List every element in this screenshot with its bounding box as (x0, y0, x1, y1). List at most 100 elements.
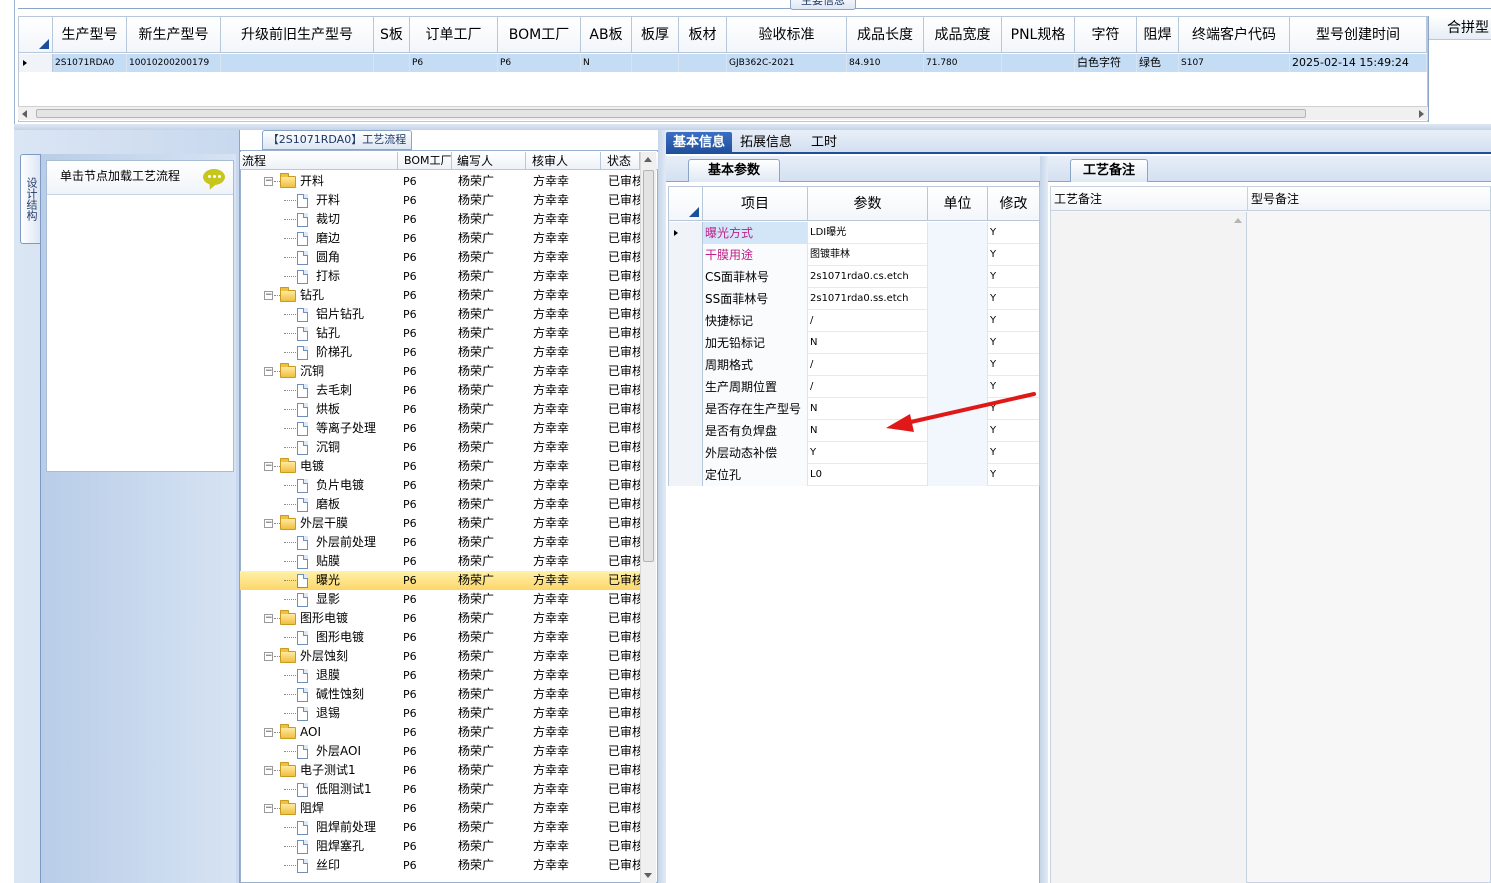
expand-collapse-icon[interactable]: − (264, 291, 273, 300)
row-selector[interactable] (669, 244, 703, 266)
row-selector[interactable] (669, 332, 703, 354)
table-cell[interactable] (1002, 54, 1075, 72)
col-header[interactable]: 新生产型号 (127, 17, 221, 53)
param-row[interactable]: 周期格式 / Y (669, 354, 1039, 376)
col-header-bom-factory[interactable]: BOM工厂 (402, 152, 452, 170)
tree-group-node[interactable]: − 沉铜 P6 杨荣广 方幸幸 已审核 (240, 362, 640, 381)
col-header[interactable]: 型号创建时间 (1290, 17, 1427, 53)
param-modify[interactable]: Y (988, 244, 1039, 266)
tree-node[interactable]: 低阻测试1 P6 杨荣广 方幸幸 已审核 (240, 780, 640, 799)
col-header[interactable]: 字符 (1075, 17, 1137, 53)
param-value[interactable]: LDI曝光 (808, 222, 928, 244)
param-modify[interactable]: Y (988, 442, 1039, 464)
scroll-up-icon[interactable] (644, 157, 652, 162)
table-cell[interactable] (679, 54, 727, 72)
expand-collapse-icon[interactable]: − (264, 177, 273, 186)
horizontal-scrollbar[interactable] (18, 106, 1428, 120)
expand-collapse-icon[interactable]: − (264, 614, 273, 623)
table-cell[interactable]: 2S1071RDA0 (53, 54, 127, 72)
param-unit[interactable] (928, 222, 988, 244)
table-cell[interactable]: 10010200200179 (127, 54, 221, 72)
param-modify[interactable]: Y (988, 464, 1039, 486)
process-notes-area[interactable] (1051, 212, 1247, 883)
param-modify[interactable]: Y (988, 332, 1039, 354)
param-unit[interactable] (928, 288, 988, 310)
tree-group-node[interactable]: − 外层蚀刻 P6 杨荣广 方幸幸 已审核 (240, 647, 640, 666)
row-selector[interactable] (669, 376, 703, 398)
main-info-tab[interactable]: 主要信息 (790, 0, 856, 10)
tree-node[interactable]: 外层前处理 P6 杨荣广 方幸幸 已审核 (240, 533, 640, 552)
tree-node[interactable]: 外层AOI P6 杨荣广 方幸幸 已审核 (240, 742, 640, 761)
scroll-down-icon[interactable] (644, 873, 652, 878)
param-value[interactable]: L0 (808, 464, 928, 486)
tree-node[interactable]: 丝印 P6 杨荣广 方幸幸 已审核 (240, 856, 640, 875)
expand-collapse-icon[interactable]: − (264, 766, 273, 775)
tab-basic-params[interactable]: 基本参数 (688, 159, 780, 182)
col-header-model-notes[interactable]: 型号备注 (1248, 187, 1490, 211)
expand-collapse-icon[interactable]: − (264, 652, 273, 661)
table-cell[interactable]: 绿色 (1137, 54, 1179, 72)
col-header[interactable]: 验收标准 (727, 17, 847, 53)
row-selector[interactable] (669, 222, 703, 244)
tree-node[interactable]: 图形电镀 P6 杨荣广 方幸幸 已审核 (240, 628, 640, 647)
param-row[interactable]: 加无铅标记 N Y (669, 332, 1039, 354)
tree-node[interactable]: 圆角 P6 杨荣广 方幸幸 已审核 (240, 248, 640, 267)
row-selector[interactable] (669, 420, 703, 442)
param-value[interactable]: / (808, 354, 928, 376)
scroll-up-icon[interactable] (1234, 218, 1242, 223)
row-selector[interactable] (669, 398, 703, 420)
tab-design-structure[interactable]: 设计结构 (20, 154, 40, 244)
param-row[interactable]: 干膜用途 图镀菲林 Y (669, 244, 1039, 266)
expand-collapse-icon[interactable]: − (264, 462, 273, 471)
expand-collapse-icon[interactable]: − (264, 728, 273, 737)
tree-node[interactable]: 开料 P6 杨荣广 方幸幸 已审核 (240, 191, 640, 210)
tree-node[interactable]: 铝片钻孔 P6 杨荣广 方幸幸 已审核 (240, 305, 640, 324)
param-unit[interactable] (928, 266, 988, 288)
col-header-status[interactable]: 状态 (605, 152, 640, 170)
param-value[interactable]: 图镀菲林 (808, 244, 928, 266)
param-unit[interactable] (928, 354, 988, 376)
table-cell[interactable]: 2025-02-14 15:49:24 (1290, 54, 1427, 72)
row-selector[interactable] (669, 310, 703, 332)
param-modify[interactable]: Y (988, 354, 1039, 376)
tree-group-node[interactable]: − 开料 P6 杨荣广 方幸幸 已审核 (240, 172, 640, 191)
param-row[interactable]: 快捷标记 / Y (669, 310, 1039, 332)
param-modify[interactable]: Y (988, 310, 1039, 332)
tree-node[interactable]: 裁切 P6 杨荣广 方幸幸 已审核 (240, 210, 640, 229)
param-value[interactable]: Y (808, 442, 928, 464)
expand-collapse-icon[interactable]: − (264, 804, 273, 813)
tree-group-node[interactable]: − 钻孔 P6 杨荣广 方幸幸 已审核 (240, 286, 640, 305)
tree-node[interactable]: 磨边 P6 杨荣广 方幸幸 已审核 (240, 229, 640, 248)
table-cell[interactable]: S107 (1179, 54, 1290, 72)
col-header[interactable]: PNL规格 (1002, 17, 1075, 53)
param-row[interactable]: 外层动态补偿 Y Y (669, 442, 1039, 464)
tree-node[interactable]: 阻焊塞孔 P6 杨荣广 方幸幸 已审核 (240, 837, 640, 856)
param-row[interactable]: 定位孔 L0 Y (669, 464, 1039, 486)
tree-node[interactable]: 烘板 P6 杨荣广 方幸幸 已审核 (240, 400, 640, 419)
col-header[interactable]: 阻焊 (1137, 17, 1179, 53)
col-header[interactable]: 板厚 (632, 17, 679, 53)
row-selector[interactable] (19, 54, 53, 72)
tree-node[interactable]: 显影 P6 杨荣广 方幸幸 已审核 (240, 590, 640, 609)
col-header-process[interactable]: 流程 (240, 152, 398, 170)
tree-group-node[interactable]: − 图形电镀 P6 杨荣广 方幸幸 已审核 (240, 609, 640, 628)
param-unit[interactable] (928, 332, 988, 354)
param-value[interactable]: 2s1071rda0.cs.etch (808, 266, 928, 288)
tree-vertical-scrollbar[interactable] (640, 152, 656, 883)
tree-node[interactable]: 磨板 P6 杨荣广 方幸幸 已审核 (240, 495, 640, 514)
row-selector[interactable] (669, 266, 703, 288)
grid-corner[interactable] (19, 17, 53, 53)
col-header[interactable]: 成品长度 (847, 17, 924, 53)
tree-node[interactable]: 贴膜 P6 杨荣广 方幸幸 已审核 (240, 552, 640, 571)
expand-collapse-icon[interactable]: − (264, 367, 273, 376)
tree-group-node[interactable]: − 外层干膜 P6 杨荣广 方幸幸 已审核 (240, 514, 640, 533)
tree-node[interactable]: 阶梯孔 P6 杨荣广 方幸幸 已审核 (240, 343, 640, 362)
tree-group-node[interactable]: − AOI P6 杨荣广 方幸幸 已审核 (240, 723, 640, 742)
table-cell[interactable] (221, 54, 374, 72)
tree-node[interactable]: 等离子处理 P6 杨荣广 方幸幸 已审核 (240, 419, 640, 438)
param-row[interactable]: 曝光方式 LDI曝光 Y (669, 222, 1039, 244)
table-row[interactable]: 2S1071RDA0 10010200200179 P6 P6 N GJB362C-202… (19, 54, 1427, 72)
tree-group-node[interactable]: − 电镀 P6 杨荣广 方幸幸 已审核 (240, 457, 640, 476)
col-header-unit[interactable]: 单位 (928, 187, 988, 221)
tree-node[interactable]: 退锡 P6 杨荣广 方幸幸 已审核 (240, 704, 640, 723)
